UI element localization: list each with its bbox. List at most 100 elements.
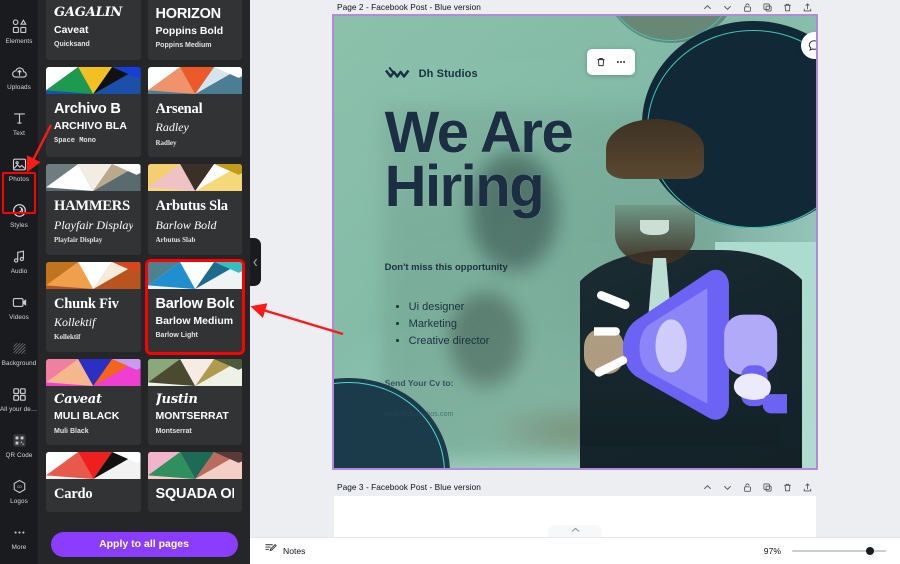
style-card-line-1: Barlow Bold	[155, 295, 235, 312]
style-card-line-2: Playfair Display	[54, 217, 133, 232]
duplicate-icon[interactable]	[762, 482, 773, 493]
style-card-line-1: Arsenal	[155, 101, 203, 118]
style-card-line-1: Chunk Fiv	[54, 295, 119, 312]
sidebar-item-styles[interactable]: Styles	[0, 192, 38, 238]
chevron-up-icon	[571, 527, 579, 532]
style-card[interactable]: Cardo	[46, 452, 141, 512]
styles-panel: GAGALIN Caveat Quicksand HORIZON Poppins Bol…	[38, 0, 250, 564]
sidebar-label: Styles	[10, 222, 28, 229]
style-card-line-3: Arbutus Slab	[155, 235, 196, 244]
svg-text:co: co	[17, 484, 22, 489]
move-down-icon[interactable]	[722, 482, 733, 493]
canva-editor-window: Elements Uploads Text Photos Styles Audi…	[0, 0, 900, 564]
sidebar-item-more[interactable]: More	[0, 514, 38, 560]
export-icon[interactable]	[802, 2, 813, 13]
style-card-swatch	[46, 67, 141, 95]
list-item: Ui designer	[409, 299, 490, 316]
style-card[interactable]: Caveat MULI BLACK Muli Black	[46, 358, 141, 446]
style-card-line-2: Poppins Bold	[155, 25, 224, 38]
style-card[interactable]: HORIZON Poppins Bold Poppins Medium	[147, 0, 242, 61]
duplicate-icon[interactable]	[762, 2, 773, 13]
sidebar-item-all-your-designs[interactable]: All your desi…	[0, 376, 38, 422]
style-card-line-3: Poppins Medium	[155, 42, 212, 50]
style-card-swatch	[46, 261, 141, 289]
move-up-icon[interactable]	[702, 2, 713, 13]
style-card-text: Justin MONTSERRAT Montserrat	[148, 386, 243, 446]
style-card[interactable]: SQUADA ONE	[147, 452, 242, 512]
pages-panel-expand-handle[interactable]	[548, 525, 602, 537]
delete-icon[interactable]	[782, 2, 793, 13]
style-card-text: Chunk Fiv Kollektif Kollektif	[46, 289, 141, 352]
style-card[interactable]: HAMMERS Playfair Display Playfair Display	[46, 164, 141, 255]
style-card-line-1: Arbutus Sla	[155, 198, 229, 215]
style-card-line-3: Quicksand	[54, 40, 90, 48]
sidebar-item-videos[interactable]: Videos	[0, 284, 38, 330]
brand-logo[interactable]: Dh Studios	[384, 66, 478, 82]
poster-email-text[interactable]: hello@dhstudios.com	[385, 409, 454, 418]
element-context-toolbar	[587, 49, 635, 75]
music-note-icon	[10, 247, 28, 265]
style-card-text: Cardo	[46, 479, 141, 511]
style-card[interactable]: Chunk Fiv Kollektif Kollektif	[46, 261, 141, 352]
move-down-icon[interactable]	[722, 2, 733, 13]
style-card[interactable]: Justin MONTSERRAT Montserrat	[147, 358, 243, 446]
photo-icon	[10, 155, 28, 173]
poster-headline[interactable]: We Are Hiring	[384, 104, 574, 220]
sidebar-item-logos[interactable]: co Logos	[0, 468, 38, 514]
background-hatch-icon	[10, 339, 28, 357]
zoom-percentage: 97%	[763, 546, 781, 556]
style-card-swatch	[147, 261, 242, 289]
sidebar-label: QR Code	[5, 452, 33, 459]
poster-role-list[interactable]: Ui designer Marketing Creative director	[397, 299, 490, 350]
style-card-text: Archivo B ARCHIVO BLA Space Mono	[46, 94, 141, 155]
export-icon[interactable]	[802, 482, 813, 493]
sidebar-item-audio[interactable]: Audio	[0, 238, 38, 284]
sidebar-item-uploads[interactable]: Uploads	[0, 54, 38, 100]
poster-subtitle[interactable]: Don't miss this opportunity	[385, 262, 508, 273]
lock-icon[interactable]	[742, 2, 753, 13]
panel-collapse-handle[interactable]	[250, 238, 261, 286]
brand-logo-text: Dh Studios	[418, 67, 478, 80]
sidebar-item-background[interactable]: Background	[0, 330, 38, 376]
left-icon-rail: Elements Uploads Text Photos Styles Audi…	[0, 0, 53, 564]
style-card-line-2: Caveat	[54, 23, 89, 36]
apply-to-all-pages-button[interactable]: Apply to all pages	[50, 531, 238, 557]
trash-icon[interactable]	[595, 56, 608, 69]
style-card[interactable]: Archivo B ARCHIVO BLA Space Mono	[46, 67, 141, 158]
style-card-text: GAGALIN Caveat Quicksand	[46, 0, 141, 59]
style-card-line-2: Barlow Bold	[155, 217, 217, 232]
poster-artwork: Dh Studios We Are Hiring Don't miss this…	[334, 16, 816, 468]
notes-button[interactable]: Notes	[264, 542, 305, 560]
more-options-icon[interactable]	[615, 56, 628, 69]
move-up-icon[interactable]	[702, 482, 713, 493]
styles-scroll-region[interactable]: GAGALIN Caveat Quicksand HORIZON Poppins Bol…	[38, 0, 250, 528]
delete-icon[interactable]	[782, 482, 793, 493]
design-canvas-page-2[interactable]: Dh Studios We Are Hiring Don't miss this…	[332, 14, 818, 470]
style-card[interactable]: GAGALIN Caveat Quicksand	[46, 0, 141, 61]
notes-label: Notes	[283, 546, 306, 556]
chevron-left-icon	[253, 258, 258, 266]
sidebar-item-text[interactable]: Text	[0, 100, 38, 146]
style-card[interactable]: Arbutus Sla Barlow Bold Arbutus Slab	[147, 164, 243, 255]
poster-cta-text[interactable]: Send Your Cv to:	[385, 378, 454, 388]
lock-icon[interactable]	[742, 482, 753, 493]
style-card-line-3: Barlow Light	[155, 332, 198, 340]
sidebar-item-photos[interactable]: Photos	[0, 146, 38, 192]
sidebar-item-qr-code[interactable]: QR Code	[0, 422, 38, 468]
pages-scroll[interactable]: Page 2 - Facebook Post - Blue version Dh…	[250, 0, 900, 537]
style-card[interactable]: Arsenal Radley Radley	[147, 67, 242, 158]
style-card-swatch	[147, 164, 242, 192]
sidebar-label: Elements	[5, 38, 33, 45]
style-card-line-3: Playfair Display	[54, 235, 103, 244]
sidebar-label: More	[11, 544, 27, 551]
upload-cloud-icon	[10, 63, 28, 81]
zoom-slider[interactable]	[792, 545, 886, 557]
headline-line-2: Hiring	[384, 154, 545, 220]
style-card-line-2: Radley	[155, 120, 189, 135]
style-card-text: Arbutus Sla Barlow Bold Arbutus Slab	[148, 191, 243, 254]
style-card-text: Barlow Bold Barlow Medium Barlow Light	[148, 289, 243, 350]
zoom-slider-knob[interactable]	[866, 547, 874, 555]
style-card-line-1: Cardo	[54, 486, 93, 503]
sidebar-item-elements[interactable]: Elements	[0, 8, 38, 54]
style-card[interactable]: Barlow Bold Barlow Medium Barlow Light	[147, 261, 243, 352]
